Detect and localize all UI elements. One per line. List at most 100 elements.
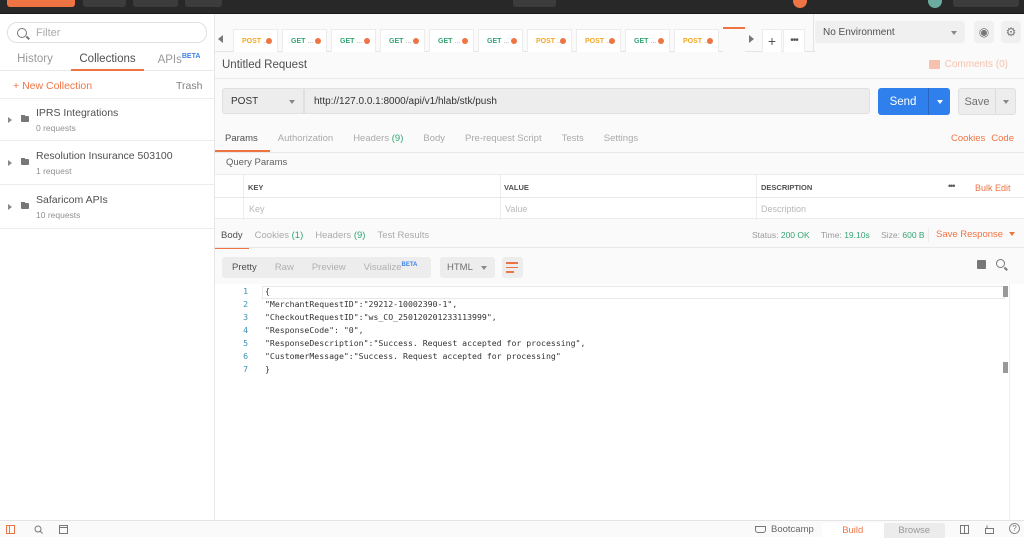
- request-title[interactable]: Untitled Request: [222, 59, 307, 71]
- scrollbar-thumb[interactable]: [1003, 286, 1008, 297]
- environment-select[interactable]: No Environment: [815, 21, 965, 43]
- help-icon[interactable]: ?: [1009, 523, 1020, 534]
- send-button[interactable]: Send: [878, 88, 950, 115]
- description-input[interactable]: Description: [761, 204, 806, 214]
- request-tab[interactable]: POST...: [233, 29, 278, 52]
- collection-name: Safaricom APIs: [36, 194, 108, 206]
- request-tab[interactable]: GET...: [478, 29, 523, 52]
- scroll-right-icon[interactable]: [749, 35, 754, 43]
- bulk-edit-link[interactable]: Bulk Edit: [975, 183, 1011, 193]
- new-collection-button[interactable]: + New Collection: [13, 80, 92, 92]
- collection-item[interactable]: Resolution Insurance 503100 1 request: [0, 142, 214, 185]
- tab-label: APIs: [157, 53, 182, 66]
- browse-mode-button[interactable]: Browse: [884, 523, 946, 538]
- expand-arrow-icon[interactable]: [8, 160, 12, 166]
- scroll-left-icon[interactable]: [218, 35, 223, 43]
- tab-authorization[interactable]: Authorization: [278, 133, 333, 144]
- upgrade-button[interactable]: [953, 0, 1019, 7]
- request-tab[interactable]: GET...: [331, 29, 376, 52]
- chevron-down-icon: [951, 31, 957, 35]
- wrap-lines-button[interactable]: [502, 257, 523, 278]
- keyboard-shortcuts-icon[interactable]: [985, 525, 994, 534]
- format-pretty[interactable]: Pretty: [232, 262, 257, 273]
- trash-button[interactable]: Trash: [176, 80, 202, 92]
- more-options-icon[interactable]: •••: [948, 181, 956, 191]
- comments-button[interactable]: Comments (0): [928, 59, 1008, 70]
- language-select[interactable]: HTML: [440, 257, 495, 278]
- import-button[interactable]: [83, 0, 126, 7]
- more-tabs-button[interactable]: •••: [783, 29, 805, 52]
- status-value[interactable]: 200 OK: [781, 230, 810, 240]
- find-replace-icon[interactable]: [34, 525, 43, 534]
- tab-settings[interactable]: Settings: [604, 133, 638, 144]
- tab-tests[interactable]: Tests: [562, 133, 584, 144]
- tab-body[interactable]: Body: [423, 133, 445, 144]
- send-options-dropdown[interactable]: [928, 88, 950, 115]
- code-link[interactable]: Code: [991, 133, 1014, 144]
- two-pane-view-icon[interactable]: [960, 525, 969, 534]
- tab-history[interactable]: History: [0, 51, 70, 70]
- tab-test-results[interactable]: Test Results: [377, 230, 429, 241]
- console-icon[interactable]: [59, 525, 68, 534]
- runner-button[interactable]: [133, 0, 178, 7]
- size-value[interactable]: 600 B: [902, 230, 924, 240]
- save-button[interactable]: Save: [958, 88, 1016, 115]
- time-value[interactable]: 19.10s: [844, 230, 870, 240]
- tab-apis[interactable]: APIsBETA: [144, 51, 214, 70]
- filter-input[interactable]: Filter: [7, 22, 207, 43]
- collection-item[interactable]: Safaricom APIs 10 requests: [0, 186, 214, 229]
- request-tab[interactable]: GET...: [429, 29, 474, 52]
- request-tab[interactable]: GET...: [625, 29, 670, 52]
- collection-item[interactable]: IPRS Integrations 0 requests: [0, 98, 214, 141]
- line-number: 4: [243, 325, 248, 335]
- format-preview[interactable]: Preview: [312, 262, 346, 273]
- save-response-button[interactable]: Save Response: [936, 229, 1015, 240]
- new-tab-button[interactable]: +: [762, 29, 782, 52]
- code-line: 6 "CustomerMessage":"Success. Request acc…: [215, 351, 1005, 364]
- avatar[interactable]: [928, 0, 942, 8]
- response-body-editor[interactable]: 1{2 "MerchantRequestID":"29212-10002390-1…: [215, 284, 1024, 520]
- sidebar-toggle-icon[interactable]: [6, 525, 15, 534]
- value-input[interactable]: Value: [505, 204, 527, 214]
- tab-response-headers[interactable]: Headers (9): [315, 230, 365, 241]
- column-header-key: KEY: [248, 183, 264, 192]
- tab-response-body[interactable]: Body: [215, 230, 249, 249]
- collection-count: 0 requests: [36, 123, 76, 133]
- format-visualize[interactable]: VisualizeBETA: [364, 262, 418, 273]
- request-tab[interactable]: POST...: [576, 29, 621, 52]
- tab-collections[interactable]: Collections: [71, 51, 144, 71]
- sync-icon[interactable]: [793, 0, 807, 8]
- save-options-dropdown[interactable]: [995, 89, 1015, 114]
- status-label: Status:: [752, 230, 779, 240]
- active-request-tab[interactable]: [723, 27, 745, 52]
- scrollbar-thumb[interactable]: [1003, 362, 1008, 373]
- url-input[interactable]: http://127.0.0.1:8000/api/v1/hlab/stk/pu…: [304, 88, 870, 114]
- build-mode-button[interactable]: Build: [822, 523, 884, 538]
- request-tab[interactable]: POST...: [527, 29, 572, 52]
- invite-button[interactable]: [513, 0, 556, 7]
- expand-arrow-icon[interactable]: [8, 204, 12, 210]
- format-raw[interactable]: Raw: [275, 262, 294, 273]
- environment-quick-look-button[interactable]: ◉: [974, 21, 994, 43]
- tab-response-cookies[interactable]: Cookies (1): [255, 230, 304, 241]
- manage-environments-button[interactable]: ⚙: [1001, 21, 1021, 43]
- open-new-button[interactable]: [185, 0, 222, 7]
- request-tab-name: ...: [650, 37, 657, 45]
- request-tab[interactable]: GET...: [380, 29, 425, 52]
- request-tab[interactable]: GET...: [282, 29, 327, 52]
- tab-headers[interactable]: Headers (9): [353, 133, 403, 144]
- request-tab[interactable]: POST...: [674, 29, 719, 52]
- request-tab-name: ...: [356, 37, 363, 45]
- new-button[interactable]: [7, 0, 75, 7]
- copy-icon[interactable]: [977, 260, 986, 269]
- search-icon[interactable]: [996, 259, 1005, 268]
- tab-label: Body: [221, 230, 243, 241]
- tab-params[interactable]: Params: [215, 133, 270, 152]
- expand-arrow-icon[interactable]: [8, 117, 12, 123]
- bootcamp-button[interactable]: Bootcamp: [755, 524, 814, 535]
- tab-pre-request-script[interactable]: Pre-request Script: [465, 133, 542, 144]
- key-input[interactable]: Key: [249, 204, 265, 214]
- new-collection-label: New Collection: [22, 80, 93, 92]
- method-select[interactable]: POST: [222, 88, 304, 114]
- cookies-link[interactable]: Cookies: [951, 133, 985, 144]
